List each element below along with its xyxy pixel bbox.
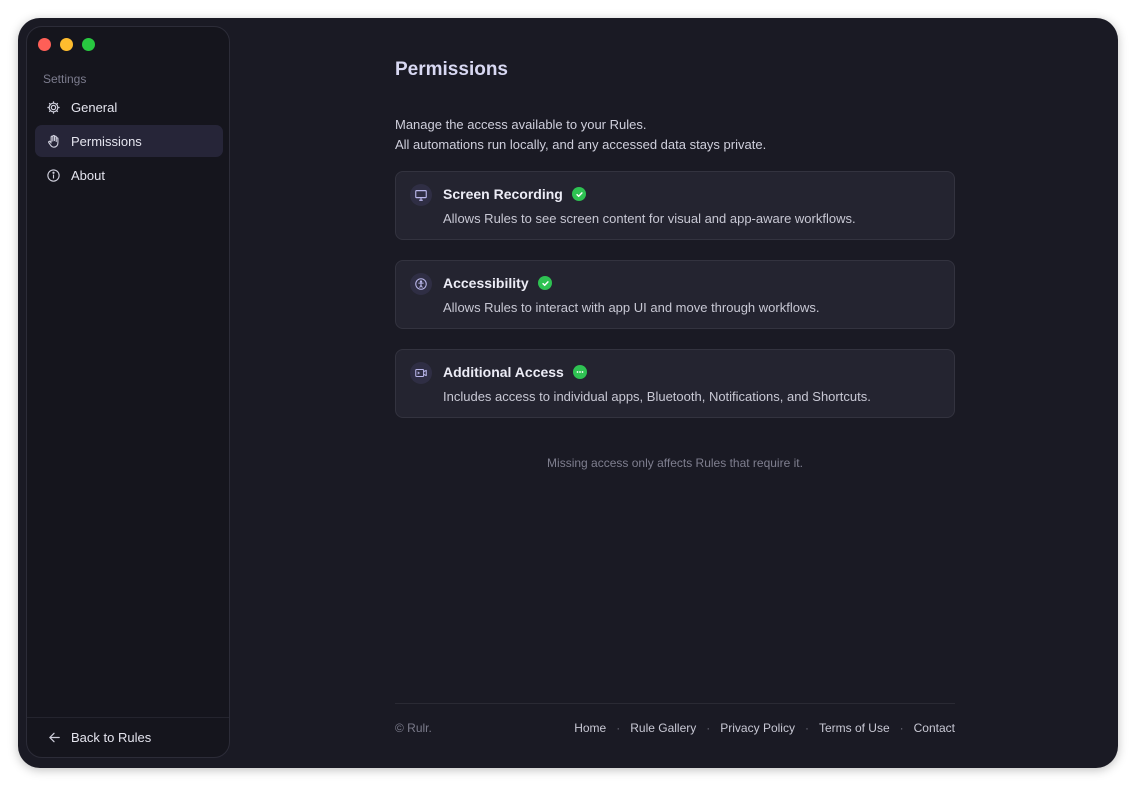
footer-link-home[interactable]: Home <box>574 721 606 735</box>
access-note: Missing access only affects Rules that r… <box>547 456 803 470</box>
separator-dot: · <box>706 721 711 735</box>
accessibility-icon <box>410 273 432 295</box>
close-window-button[interactable] <box>38 38 51 51</box>
permission-card-accessibility[interactable]: Accessibility Allows Rules to interact w… <box>395 260 955 329</box>
separator-dot: · <box>899 721 904 735</box>
permission-description: Allows Rules to interact with app UI and… <box>443 300 820 315</box>
sidebar: Settings General Permissions About Back … <box>26 26 230 758</box>
info-icon <box>45 167 61 183</box>
permission-card-additional-access[interactable]: Additional Access Includes access to ind… <box>395 349 955 418</box>
back-to-rules-label: Back to Rules <box>71 730 152 745</box>
page-description: Manage the access available to your Rule… <box>395 115 766 155</box>
back-to-rules-button[interactable]: Back to Rules <box>27 717 229 757</box>
footer-link-terms-of-use[interactable]: Terms of Use <box>819 721 890 735</box>
hand-icon <box>45 133 61 149</box>
window-controls <box>38 38 95 51</box>
footer-divider <box>395 703 955 704</box>
permission-title: Additional Access <box>443 364 564 380</box>
sidebar-item-label: Permissions <box>71 133 142 149</box>
zoom-window-button[interactable] <box>82 38 95 51</box>
footer-link-privacy-policy[interactable]: Privacy Policy <box>720 721 795 735</box>
more-status-icon <box>573 365 587 379</box>
sidebar-item-general[interactable]: General <box>35 91 223 123</box>
permission-description: Allows Rules to see screen content for v… <box>443 211 856 226</box>
display-icon <box>410 184 432 206</box>
check-icon <box>572 187 586 201</box>
description-line-1: Manage the access available to your Rule… <box>395 117 647 132</box>
app-window: Settings General Permissions About Back … <box>18 18 1118 768</box>
check-icon <box>538 276 552 290</box>
footer-links: Home · Rule Gallery · Privacy Policy · T… <box>574 721 955 735</box>
sidebar-heading: Settings <box>43 72 87 86</box>
gear-icon <box>45 99 61 115</box>
footer-link-rule-gallery[interactable]: Rule Gallery <box>630 721 696 735</box>
permission-title: Accessibility <box>443 275 529 291</box>
arrow-left-icon <box>47 730 63 746</box>
permission-title: Screen Recording <box>443 186 563 202</box>
permission-description: Includes access to individual apps, Blue… <box>443 389 871 404</box>
page-title: Permissions <box>395 59 508 80</box>
main-content: Permissions Manage the access available … <box>395 18 955 768</box>
sidebar-item-label: General <box>71 99 118 115</box>
separator-dot: · <box>616 721 621 735</box>
footer-link-contact[interactable]: Contact <box>914 721 955 735</box>
description-line-2: All automations run locally, and any acc… <box>395 137 767 152</box>
separator-dot: · <box>804 721 809 735</box>
sidebar-item-permissions[interactable]: Permissions <box>35 125 223 157</box>
sidebar-item-about[interactable]: About <box>35 159 223 191</box>
sidebar-item-label: About <box>71 167 105 183</box>
copyright: © Rulr. <box>395 721 432 735</box>
access-icon <box>410 362 432 384</box>
minimize-window-button[interactable] <box>60 38 73 51</box>
permission-card-screen-recording[interactable]: Screen Recording Allows Rules to see scr… <box>395 171 955 240</box>
